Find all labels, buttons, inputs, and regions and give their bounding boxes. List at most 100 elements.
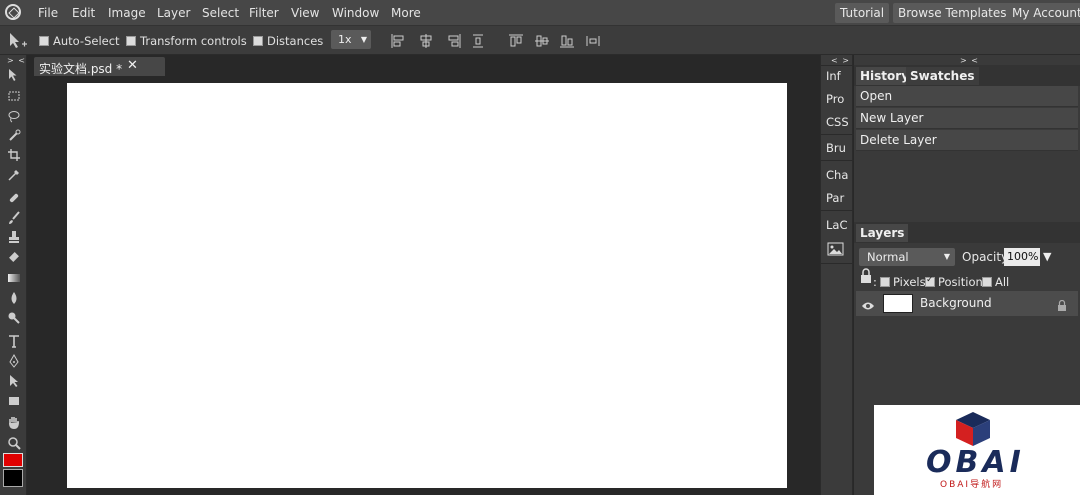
mini-tab-character[interactable]: Cha: [821, 164, 854, 186]
watermark-subtext: OBAI导航网: [940, 480, 1004, 490]
lock-prefix: :: [873, 275, 877, 289]
document-tab[interactable]: 实验文档.psd * ✕: [34, 57, 165, 76]
lock-position-checkbox[interactable]: [925, 275, 935, 287]
layer-name: Background: [920, 296, 992, 310]
lock-all-label: All: [995, 275, 1010, 289]
menu-bar: File Edit Image Layer Select Filter View…: [0, 0, 1080, 26]
document-tab-title: 实验文档.psd *: [39, 62, 123, 76]
mini-tab-brush[interactable]: Bru: [821, 137, 854, 159]
path-select-tool-icon[interactable]: [4, 372, 23, 389]
history-item[interactable]: New Layer: [856, 108, 1078, 129]
layer-thumbnail: [883, 294, 913, 313]
options-bar: Auto-Select Transform controls Distances…: [0, 26, 1080, 55]
mini-divider: [821, 160, 854, 161]
healing-tool-icon[interactable]: [4, 189, 23, 206]
zoom-tool-icon[interactable]: [4, 434, 23, 451]
mini-divider: [821, 263, 854, 264]
menu-window[interactable]: Window: [332, 6, 379, 20]
shape-tool-icon[interactable]: [4, 392, 23, 409]
auto-select-checkbox[interactable]: [39, 36, 49, 46]
toolbar-collapse-toggle[interactable]: > <: [7, 56, 26, 65]
right-panel-collapse-toggle[interactable]: > <: [960, 56, 979, 65]
align-left-icon[interactable]: [390, 33, 406, 49]
marquee-tool-icon[interactable]: [4, 87, 23, 104]
align-top-icon[interactable]: [508, 33, 524, 49]
blend-mode-select[interactable]: Normal ▼: [859, 248, 955, 266]
lock-all-checkbox[interactable]: [982, 277, 992, 287]
layer-row[interactable]: Background: [856, 291, 1078, 316]
mini-panel-collapse-toggle[interactable]: < >: [831, 56, 850, 65]
distribute-vertical-icon[interactable]: [470, 33, 486, 49]
menu-filter[interactable]: Filter: [249, 6, 279, 20]
menu-select[interactable]: Select: [202, 6, 239, 20]
mini-tab-paragraph[interactable]: Par: [821, 187, 854, 209]
mini-panel: < > Inf Pro CSS Bru Cha Par LaC: [820, 55, 854, 495]
align-right-icon[interactable]: [446, 33, 462, 49]
transform-controls-checkbox[interactable]: [126, 36, 136, 46]
background-color-swatch[interactable]: [3, 469, 23, 487]
my-account-button[interactable]: My Account: [1007, 3, 1080, 23]
watermark-text: OBAI: [926, 445, 1025, 480]
lock-position-label: Position: [938, 275, 983, 289]
lock-icon: [1057, 297, 1067, 316]
menu-more[interactable]: More: [391, 6, 421, 20]
move-tool-icon[interactable]: [8, 32, 28, 54]
menu-file[interactable]: File: [38, 6, 58, 20]
history-item[interactable]: Delete Layer: [856, 130, 1078, 151]
browse-templates-button[interactable]: Browse Templates: [893, 3, 1012, 23]
transform-controls-label: Transform controls: [140, 34, 247, 48]
close-icon[interactable]: ✕: [127, 58, 138, 73]
menu-image[interactable]: Image: [108, 6, 146, 20]
menu-view[interactable]: View: [291, 6, 319, 20]
history-item[interactable]: Open: [856, 86, 1078, 107]
mini-divider: [821, 210, 854, 211]
pen-tool-icon[interactable]: [4, 352, 23, 369]
app-logo-icon[interactable]: [5, 4, 21, 20]
watermark: OBAI OBAI导航网: [874, 405, 1080, 495]
menu-layer[interactable]: Layer: [157, 6, 190, 20]
chevron-down-icon: ▼: [943, 252, 950, 261]
crop-tool-icon[interactable]: [4, 146, 23, 163]
opacity-dropdown-icon[interactable]: ▼: [1043, 250, 1051, 263]
lasso-tool-icon[interactable]: [4, 107, 23, 124]
dodge-tool-icon[interactable]: [4, 309, 23, 326]
zoom-value: 1x: [338, 33, 352, 46]
brush-tool-icon[interactable]: [4, 209, 23, 226]
tab-layers[interactable]: Layers: [856, 224, 909, 242]
chevron-down-icon: ▼: [360, 35, 367, 44]
foreground-color-swatch[interactable]: [3, 453, 23, 467]
quick-select-tool-icon[interactable]: [4, 127, 23, 144]
menu-edit[interactable]: Edit: [72, 6, 95, 20]
mini-divider: [821, 134, 854, 135]
align-bottom-icon[interactable]: [559, 33, 575, 49]
lock-icon: [860, 268, 872, 288]
eye-icon[interactable]: [861, 297, 875, 316]
lock-pixels-checkbox[interactable]: [880, 277, 890, 287]
tab-history[interactable]: History: [856, 67, 914, 85]
canvas[interactable]: [67, 83, 787, 488]
image-icon[interactable]: [827, 241, 844, 260]
zoom-select[interactable]: 1x ▼: [331, 30, 371, 49]
clone-stamp-tool-icon[interactable]: [4, 228, 23, 245]
move-tool-icon[interactable]: [4, 66, 23, 83]
distances-label: Distances: [267, 34, 324, 48]
mini-tab-info[interactable]: Inf: [821, 65, 854, 87]
align-middle-icon[interactable]: [534, 33, 550, 49]
distances-checkbox[interactable]: [253, 36, 263, 46]
tutorial-button[interactable]: Tutorial: [835, 3, 890, 23]
eyedropper-tool-icon[interactable]: [4, 166, 23, 183]
mini-tab-properties[interactable]: Pro: [821, 88, 854, 110]
eraser-tool-icon[interactable]: [4, 248, 23, 265]
mini-tab-css[interactable]: CSS: [821, 111, 854, 133]
align-center-icon[interactable]: [418, 33, 434, 49]
tools-panel: > <: [0, 55, 27, 495]
gradient-tool-icon[interactable]: [4, 269, 23, 286]
document-area: 实验文档.psd * ✕: [28, 55, 819, 495]
tab-swatches[interactable]: Swatches: [906, 67, 979, 85]
hand-tool-icon[interactable]: [4, 414, 23, 431]
type-tool-icon[interactable]: [4, 332, 23, 349]
distribute-horizontal-icon[interactable]: [585, 33, 601, 49]
opacity-input[interactable]: 100%: [1004, 248, 1040, 266]
blur-tool-icon[interactable]: [4, 289, 23, 306]
mini-tab-layer-comps[interactable]: LaC: [821, 214, 854, 236]
